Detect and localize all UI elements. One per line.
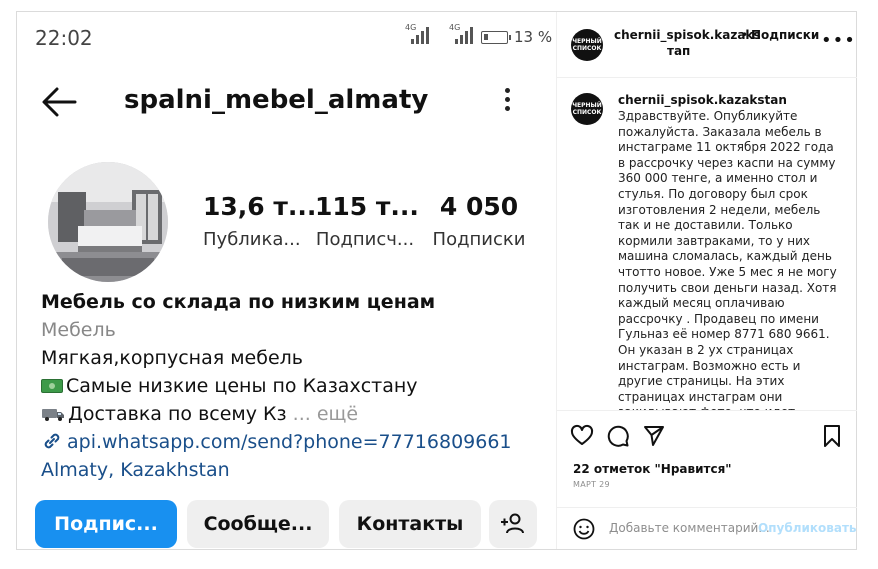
status-bar: 22:02 4G 4G 13 % xyxy=(17,12,555,62)
comment-author-avatar[interactable]: ЧЕРНЫЙ СПИСОК xyxy=(571,93,603,125)
battery-icon xyxy=(481,31,511,44)
link-icon xyxy=(44,433,60,449)
post-date: МАРТ 29 xyxy=(573,480,610,489)
bio-website-link[interactable]: api.whatsapp.com/send?phone=77716809661 xyxy=(41,428,541,456)
share-icon[interactable] xyxy=(642,424,666,448)
post-panel: ЧЕРНЫЙ СПИСОК chernii_spisok.kazaks • По… xyxy=(556,12,857,549)
profile-bio: Мебель со склада по низким ценам Мебель … xyxy=(41,288,541,484)
bookmark-icon[interactable] xyxy=(820,424,844,448)
stat-posts-value: 13,6 т... xyxy=(203,192,317,221)
follow-button[interactable]: Подпис... xyxy=(35,500,177,548)
publish-button[interactable]: Опубликовать xyxy=(758,521,857,535)
likes-count[interactable]: 22 отметок "Нравится" xyxy=(573,462,732,476)
bio-line: Мягкая,корпусная мебель xyxy=(41,347,303,369)
post-actions xyxy=(557,422,857,452)
emoji-icon[interactable] xyxy=(573,518,595,540)
bio-line: Доставка по всему Кз ... ещё xyxy=(41,400,541,428)
post-comments: ЧЕРНЫЙ СПИСОК chernii_spisok.kazakstan З… xyxy=(557,79,857,411)
profile-username: spalni_mebel_almaty xyxy=(124,85,429,115)
stat-followers-label: Подписч... xyxy=(315,229,415,250)
following-button[interactable]: Подписки xyxy=(751,28,819,42)
bio-category: Мебель xyxy=(41,319,116,341)
money-icon xyxy=(41,379,63,393)
separator-dot: • xyxy=(741,28,749,42)
message-button[interactable]: Сообще... xyxy=(187,500,329,548)
comment-bar: Добавьте комментарий... Опубликовать xyxy=(557,507,857,549)
add-person-icon xyxy=(501,513,524,534)
stat-posts-label: Публика... xyxy=(203,229,301,250)
heart-icon[interactable] xyxy=(570,424,594,448)
comment-text: Здравствуйте. Опубликуйте пожалуйста. За… xyxy=(618,109,837,410)
status-time: 22:02 xyxy=(35,26,93,50)
post-author-username[interactable]: chernii_spisok.kazaks xyxy=(614,28,761,42)
stat-following[interactable]: 4 050 Подписки xyxy=(429,192,529,250)
post-author-avatar[interactable]: ЧЕРНЫЙ СПИСОК xyxy=(571,29,603,61)
stat-followers[interactable]: 115 т... Подписч... xyxy=(315,192,419,250)
stat-posts[interactable]: 13,6 т... Публика... xyxy=(203,192,317,250)
profile-topbar: spalni_mebel_almaty xyxy=(17,72,555,132)
comment-icon[interactable] xyxy=(606,424,630,448)
screenshot-frame: 22:02 4G 4G 13 % spalni_mebel_almaty 13,… xyxy=(16,11,857,550)
more-options-icon[interactable] xyxy=(497,84,517,120)
delivery-van-icon xyxy=(42,409,64,421)
signal-icon: 4G xyxy=(405,23,429,46)
stat-following-label: Подписки xyxy=(432,229,526,250)
profile-screenshot: 22:02 4G 4G 13 % spalni_mebel_almaty 13,… xyxy=(17,12,555,549)
post-header: ЧЕРНЫЙ СПИСОК chernii_spisok.kazaks • По… xyxy=(557,12,857,78)
contacts-button[interactable]: Контакты xyxy=(339,500,481,548)
add-person-button[interactable] xyxy=(489,500,537,548)
bio-location-link[interactable]: Almaty, Kazakhstan xyxy=(41,456,541,484)
signal-icon: 4G xyxy=(449,23,473,46)
battery-percent: 13 % xyxy=(514,28,553,46)
back-arrow-icon[interactable] xyxy=(39,84,79,120)
bio-more-link[interactable]: ... ещё xyxy=(293,403,358,425)
comment-author-username[interactable]: chernii_spisok.kazakstan xyxy=(618,93,787,107)
bio-line: Самые низкие цены по Казахстану xyxy=(41,372,541,400)
more-options-icon[interactable]: ••• xyxy=(821,30,856,51)
profile-avatar[interactable] xyxy=(48,162,168,282)
comment-input[interactable]: Добавьте комментарий... xyxy=(609,521,770,535)
following-button-wrap[interactable]: тап xyxy=(667,44,690,58)
stat-followers-value: 115 т... xyxy=(315,192,419,221)
bio-title: Мебель со склада по низким ценам xyxy=(41,291,436,313)
stat-following-value: 4 050 xyxy=(439,192,519,221)
